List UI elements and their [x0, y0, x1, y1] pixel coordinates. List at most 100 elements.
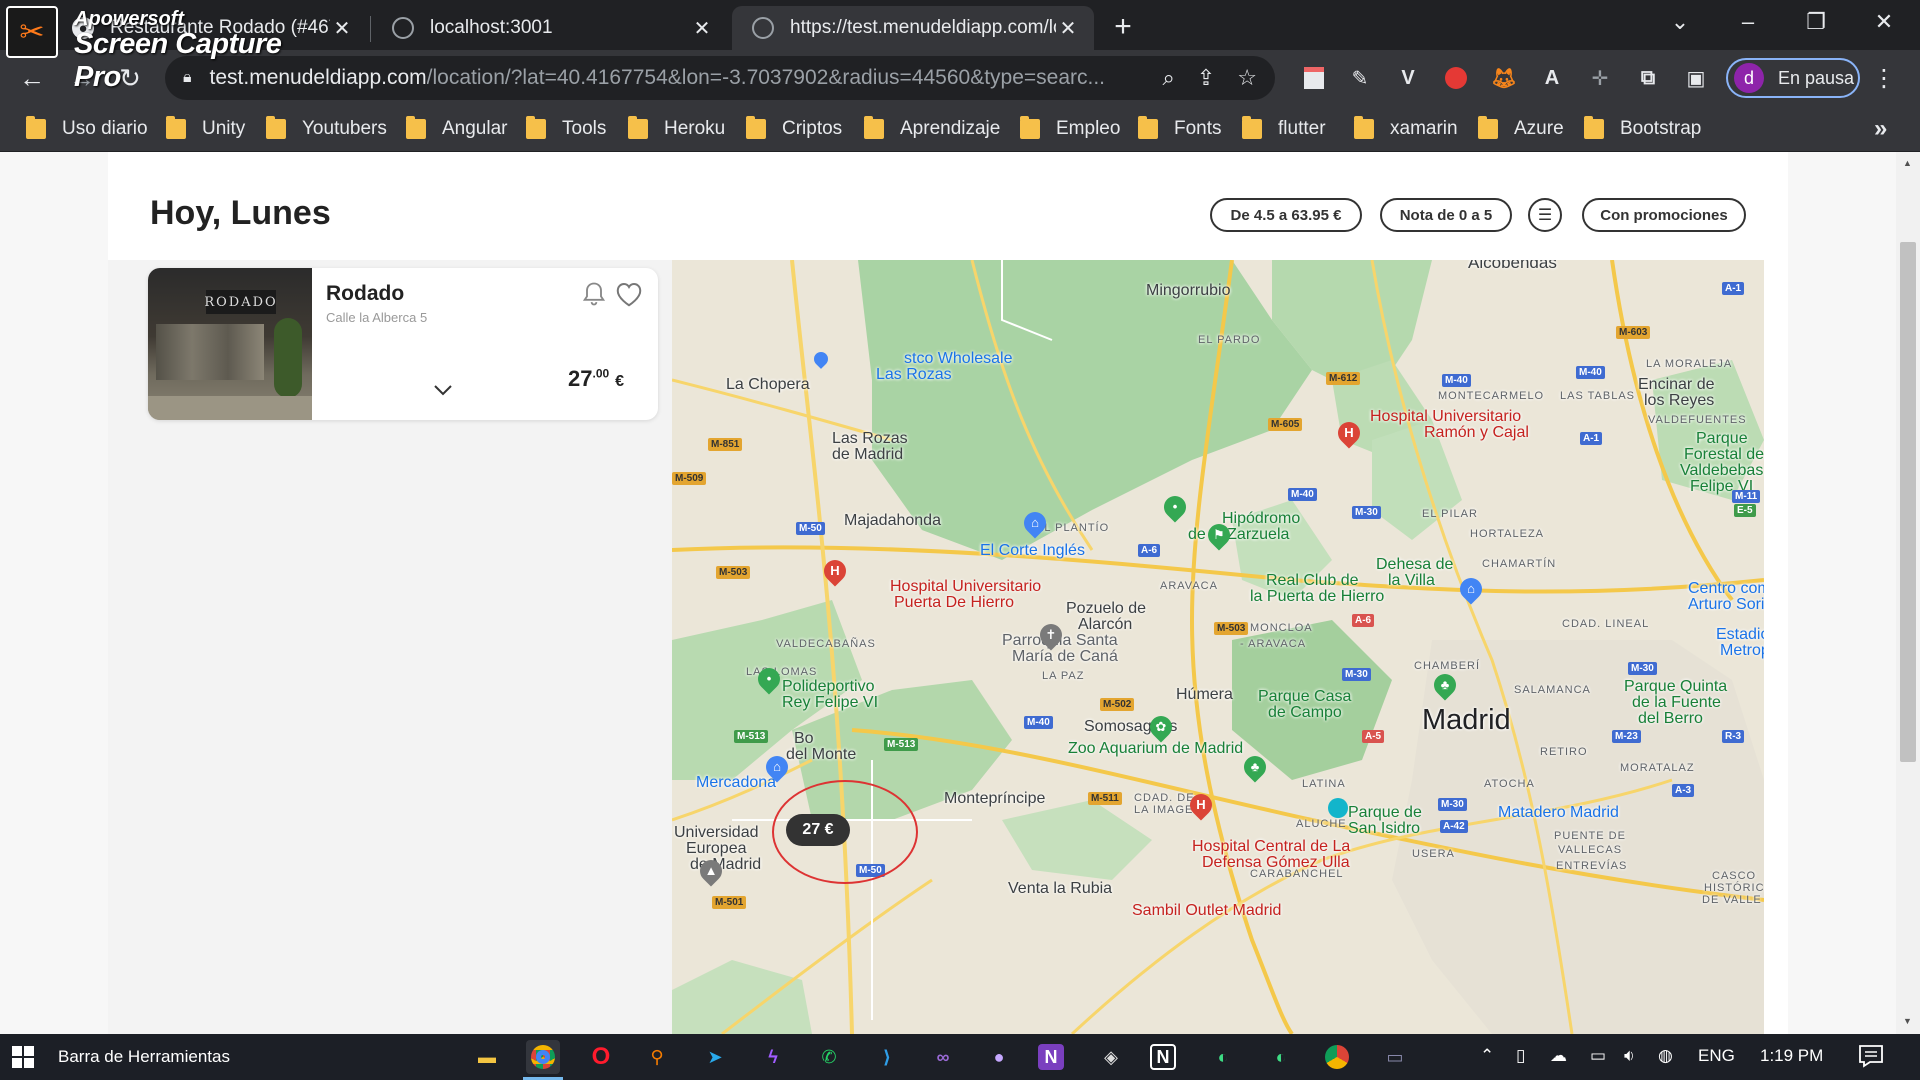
volume-icon[interactable]: 🔉︎ [1624, 1046, 1635, 1066]
restaurant-card[interactable]: RODADO Rodado Calle la Alberca 5 27.00 € [148, 268, 658, 420]
extension-pen-icon[interactable]: ✎ [1346, 64, 1374, 92]
heart-icon[interactable] [614, 280, 644, 308]
profile-button[interactable]: d En pausa [1726, 58, 1860, 98]
bookmark-folder[interactable]: Empleo [1020, 115, 1120, 143]
price-marker[interactable]: 27 € [786, 814, 850, 846]
sports-pin-icon[interactable]: • [753, 663, 785, 695]
tab-menudeldiapp[interactable]: https://test.menudeldiapp.com/lo ✕ [732, 6, 1094, 50]
bookmark-folder[interactable]: Angular [406, 115, 508, 143]
map-view[interactable]: Alcobendas Mingorrubio EL PARDO stco Who… [672, 260, 1764, 1034]
side-panel-icon[interactable]: ▣ [1682, 64, 1710, 92]
hospital-pin-icon[interactable]: H [819, 555, 851, 587]
whatsapp-icon[interactable]: ✆ [812, 1040, 846, 1074]
visual-studio-icon[interactable]: ∞ [926, 1040, 960, 1074]
extension-ruler-icon[interactable]: ✛ [1586, 64, 1614, 92]
filter-settings-icon[interactable]: ☰ [1528, 198, 1562, 232]
new-tab-button[interactable]: + [1106, 10, 1140, 44]
chrome-profile-icon[interactable] [1320, 1040, 1354, 1074]
bookmark-folder[interactable]: Youtubers [266, 115, 387, 143]
close-window-button[interactable]: ✕ [1854, 0, 1914, 44]
close-tab-icon[interactable]: ✕ [690, 16, 714, 40]
chevron-down-icon[interactable] [432, 382, 454, 398]
bookmark-folder[interactable]: Bootstrap [1584, 115, 1701, 143]
opera-icon[interactable]: O [584, 1040, 618, 1074]
address-bar[interactable]: 🔒︎ test.menudeldiapp.com /location/?lat=… [165, 56, 1275, 100]
supermarket-pin-icon[interactable]: ⌂ [761, 751, 793, 783]
extension-vue-icon[interactable]: V [1394, 64, 1422, 92]
zoo-pin-icon[interactable]: ✿ [1145, 711, 1177, 743]
network-globe-icon[interactable]: ◍ [1658, 1046, 1673, 1066]
clock[interactable]: 1:19 PM [1760, 1046, 1823, 1066]
park-pin-icon[interactable]: • [1159, 491, 1191, 523]
church-pin-icon[interactable]: ✝ [1035, 619, 1067, 651]
bookmark-folder[interactable]: Tools [526, 115, 606, 143]
file-explorer-icon[interactable]: ▬ [470, 1040, 504, 1074]
browser-menu-icon[interactable]: ⋮ [1870, 64, 1898, 92]
bookmark-folder[interactable]: Unity [166, 115, 245, 143]
promotions-filter-chip[interactable]: Con promociones [1582, 198, 1746, 232]
map-label: Parque Casa [1258, 688, 1352, 705]
share-icon[interactable]: ⇪ [1197, 65, 1215, 91]
page-scrollbar[interactable]: ▲ ▼ [1896, 152, 1920, 1034]
park-pin-icon[interactable]: ♣ [1429, 669, 1461, 701]
tab-localhost[interactable]: localhost:3001 ✕ [372, 6, 728, 50]
golf-pin-icon[interactable]: ⚑ [1203, 519, 1235, 551]
park-pin-icon[interactable]: ♣ [1239, 751, 1271, 783]
tray-chevron-up-icon[interactable]: ⌃ [1480, 1046, 1494, 1066]
bookmark-folder[interactable]: flutter [1242, 115, 1326, 143]
bookmark-folder[interactable]: Uso diario [26, 115, 148, 143]
zoom-icon[interactable]: ⌕ [1163, 65, 1175, 91]
extension-adblock-icon[interactable] [1442, 64, 1470, 92]
scroll-up-icon[interactable]: ▲ [1903, 158, 1912, 168]
close-tab-icon[interactable]: ✕ [330, 16, 354, 40]
language-indicator[interactable]: ENG [1698, 1046, 1735, 1066]
onenote-icon[interactable]: N [1038, 1044, 1064, 1070]
university-pin-icon[interactable]: ▲ [695, 855, 727, 887]
road-shield: M-502 [1100, 698, 1135, 711]
extension-metamask-icon[interactable]: 🦊︎ [1490, 64, 1518, 92]
bell-icon[interactable] [580, 280, 608, 308]
shopping-pin-icon[interactable]: ⌂ [1455, 573, 1487, 605]
scroll-down-icon[interactable]: ▼ [1903, 1016, 1912, 1026]
price-filter-chip[interactable]: De 4.5 a 63.95 € [1210, 198, 1362, 232]
extensions-puzzle-icon[interactable]: ⧉ [1634, 64, 1662, 92]
android-studio-icon-2[interactable]: ◐ [1264, 1040, 1298, 1074]
road-shield: M-50 [796, 522, 825, 535]
vscode-icon[interactable]: ⟩ [870, 1040, 904, 1074]
hospital-pin-icon[interactable]: H [1185, 789, 1217, 821]
shopping-pin-icon[interactable]: ⌂ [1019, 507, 1051, 539]
back-button[interactable]: ← [12, 58, 52, 98]
android-studio-icon[interactable]: ◐ [1206, 1040, 1240, 1074]
bookmark-folder[interactable]: xamarin [1354, 115, 1458, 143]
extension-notes-icon[interactable] [1300, 64, 1328, 92]
tray-device-icon[interactable]: ▯ [1516, 1046, 1525, 1066]
extension-font-icon[interactable]: A [1538, 64, 1566, 92]
github-desktop-icon[interactable]: ● [982, 1040, 1016, 1074]
messenger-icon[interactable]: ϟ [756, 1040, 790, 1074]
bookmark-folder[interactable]: Heroku [628, 115, 725, 143]
bookmark-folder[interactable]: Azure [1478, 115, 1564, 143]
rating-filter-chip[interactable]: Nota de 0 a 5 [1380, 198, 1512, 232]
more-bookmarks-icon[interactable]: » [1874, 115, 1887, 143]
notification-center-icon[interactable] [1858, 1044, 1884, 1068]
battery-icon[interactable]: ▭ [1590, 1046, 1606, 1066]
search-app-icon[interactable]: ⚲ [640, 1040, 674, 1074]
chrome-icon[interactable] [526, 1040, 560, 1074]
restore-button[interactable]: ❐ [1786, 0, 1846, 44]
terminal-app-icon[interactable]: ▭ [1378, 1040, 1412, 1074]
scrollbar-thumb[interactable] [1900, 242, 1916, 762]
telegram-icon[interactable]: ➤ [698, 1040, 732, 1074]
bookmark-folder[interactable]: Fonts [1138, 115, 1222, 143]
folder-icon [1584, 116, 1604, 139]
tray-cloud-icon[interactable]: ☁ [1550, 1046, 1567, 1066]
close-tab-icon[interactable]: ✕ [1056, 16, 1080, 40]
bookmark-folder[interactable]: Criptos [746, 115, 842, 143]
hospital-pin-icon[interactable]: H [1333, 417, 1365, 449]
tab-search-icon[interactable]: ⌄ [1650, 0, 1710, 44]
bookmark-star-icon[interactable]: ☆ [1237, 65, 1257, 91]
unity-icon[interactable]: ◈ [1094, 1040, 1128, 1074]
windows-start-icon[interactable] [12, 1046, 34, 1068]
minimize-button[interactable]: – [1718, 0, 1778, 44]
notion-icon[interactable]: N [1150, 1044, 1176, 1070]
bookmark-folder[interactable]: Aprendizaje [864, 115, 1000, 143]
